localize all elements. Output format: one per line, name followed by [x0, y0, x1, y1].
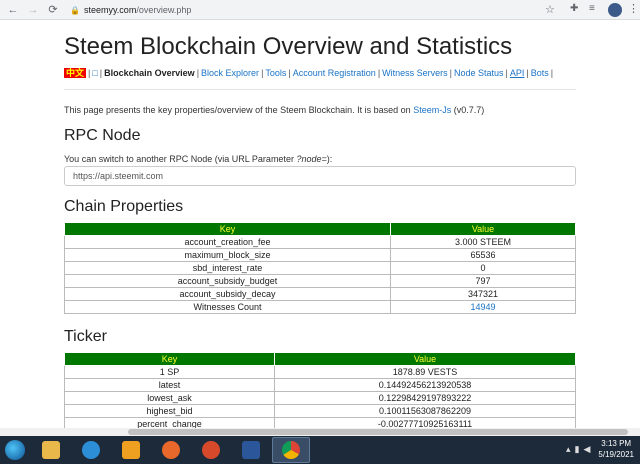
- nav-tools[interactable]: Tools: [265, 68, 286, 78]
- word-icon: [242, 441, 260, 459]
- table-row: 1 SP 1878.89 VESTS: [64, 365, 576, 379]
- horizontal-scrollbar[interactable]: [0, 428, 640, 436]
- reading-list-icon[interactable]: ≡: [589, 3, 595, 14]
- nav-bots[interactable]: Bots: [531, 68, 549, 78]
- steem-js-link[interactable]: Steem-Js: [413, 105, 451, 115]
- taskbar-media-player[interactable]: [112, 437, 150, 463]
- table-row: account_subsidy_budget 797: [64, 274, 576, 288]
- nav-current-overview: Blockchain Overview: [104, 68, 195, 78]
- start-button[interactable]: [0, 436, 30, 464]
- taskbar-firefox-2[interactable]: [192, 437, 230, 463]
- internet-explorer-icon: [82, 441, 100, 459]
- browser-toolbar: ← → ⟳ 🔒 steemyy.com /overview.php ☆ ✚ ≡ …: [0, 0, 640, 20]
- nav-witness-servers[interactable]: Witness Servers: [382, 68, 448, 78]
- nav-account-registration[interactable]: Account Registration: [293, 68, 376, 78]
- chain-properties-heading: Chain Properties: [64, 198, 184, 215]
- table-row: maximum_block_size 65536: [64, 248, 576, 262]
- table-row: account_subsidy_decay 347321: [64, 287, 576, 301]
- table-row: Witnesses Count 14949: [64, 300, 576, 314]
- taskbar-word[interactable]: [232, 437, 270, 463]
- address-bar[interactable]: 🔒 steemyy.com /overview.php: [70, 3, 560, 17]
- page-title: Steem Blockchain Overview and Statistics: [64, 33, 513, 60]
- browser-menu-icon[interactable]: ⋮: [628, 2, 639, 15]
- table-row: sbd_interest_rate 0: [64, 261, 576, 275]
- taskbar-firefox[interactable]: [152, 437, 190, 463]
- taskbar-file-explorer[interactable]: [32, 437, 70, 463]
- nav-node-status[interactable]: Node Status: [454, 68, 504, 78]
- col-key-header: Key: [64, 222, 391, 236]
- rpc-note: You can switch to another RPC Node (via …: [64, 154, 333, 164]
- table-row: account_creation_fee 3.000 STEEM: [64, 235, 576, 249]
- nav-block-explorer[interactable]: Block Explorer: [201, 68, 259, 78]
- language-chinese-link[interactable]: 中文: [64, 68, 87, 78]
- taskbar-internet-explorer[interactable]: [72, 437, 110, 463]
- url-path: /overview.php: [136, 5, 192, 15]
- reload-icon[interactable]: ⟳: [46, 3, 60, 17]
- col-key-header: Key: [64, 352, 275, 366]
- col-value-header: Value: [390, 222, 576, 236]
- table-row: lowest_ask 0.12298429197893222: [64, 391, 576, 405]
- network-icon[interactable]: ▮: [575, 444, 580, 455]
- firefox-icon: [162, 441, 180, 459]
- page-content: Steem Blockchain Overview and Statistics…: [0, 21, 640, 436]
- ticker-heading: Ticker: [64, 328, 107, 345]
- folder-icon: [42, 441, 60, 459]
- nav-box-link[interactable]: □: [92, 68, 97, 78]
- table-row: latest 0.14492456213920538: [64, 378, 576, 392]
- chrome-icon: [282, 441, 300, 459]
- volume-icon[interactable]: ◀: [583, 444, 590, 455]
- intro-text: This page presents the key properties/ov…: [64, 105, 485, 115]
- back-arrow-icon[interactable]: ←: [6, 3, 20, 17]
- system-tray: ▴ ▮ ◀ 3:13 PM 5/19/2021: [562, 438, 634, 460]
- windows-logo-icon: [5, 440, 25, 460]
- bookmark-star-icon[interactable]: ☆: [545, 3, 555, 16]
- col-value-header: Value: [274, 352, 576, 366]
- divider: [64, 89, 576, 90]
- taskbar: ▴ ▮ ◀ 3:13 PM 5/19/2021: [0, 436, 640, 464]
- witnesses-count-link[interactable]: 14949: [470, 302, 495, 312]
- ticker-table: Key Value 1 SP 1878.89 VESTS latest 0.1449…: [64, 352, 576, 431]
- forward-arrow-icon[interactable]: →: [26, 3, 40, 17]
- table-row: highest_bid 0.10011563087862209: [64, 404, 576, 418]
- profile-avatar[interactable]: [608, 3, 622, 17]
- media-player-icon: [122, 441, 140, 459]
- top-navigation: 中文 | □ | Blockchain Overview | Block Explorer |…: [64, 68, 554, 78]
- nav-api[interactable]: API: [510, 68, 525, 78]
- rpc-node-heading: RPC Node: [64, 127, 141, 144]
- taskbar-chrome[interactable]: [272, 437, 310, 463]
- firefox-icon: [202, 441, 220, 459]
- url-host: steemyy.com: [83, 5, 137, 15]
- clock[interactable]: 3:13 PM 5/19/2021: [598, 438, 634, 460]
- rpc-node-input[interactable]: https://api.steemit.com: [64, 166, 576, 186]
- lock-icon: 🔒: [70, 5, 80, 15]
- scrollbar-thumb[interactable]: [128, 429, 628, 435]
- show-hidden-icons-icon[interactable]: ▴: [566, 444, 571, 455]
- extensions-puzzle-icon[interactable]: ✚: [570, 3, 578, 14]
- chain-properties-table: Key Value account_creation_fee 3.000 STEE…: [64, 222, 576, 314]
